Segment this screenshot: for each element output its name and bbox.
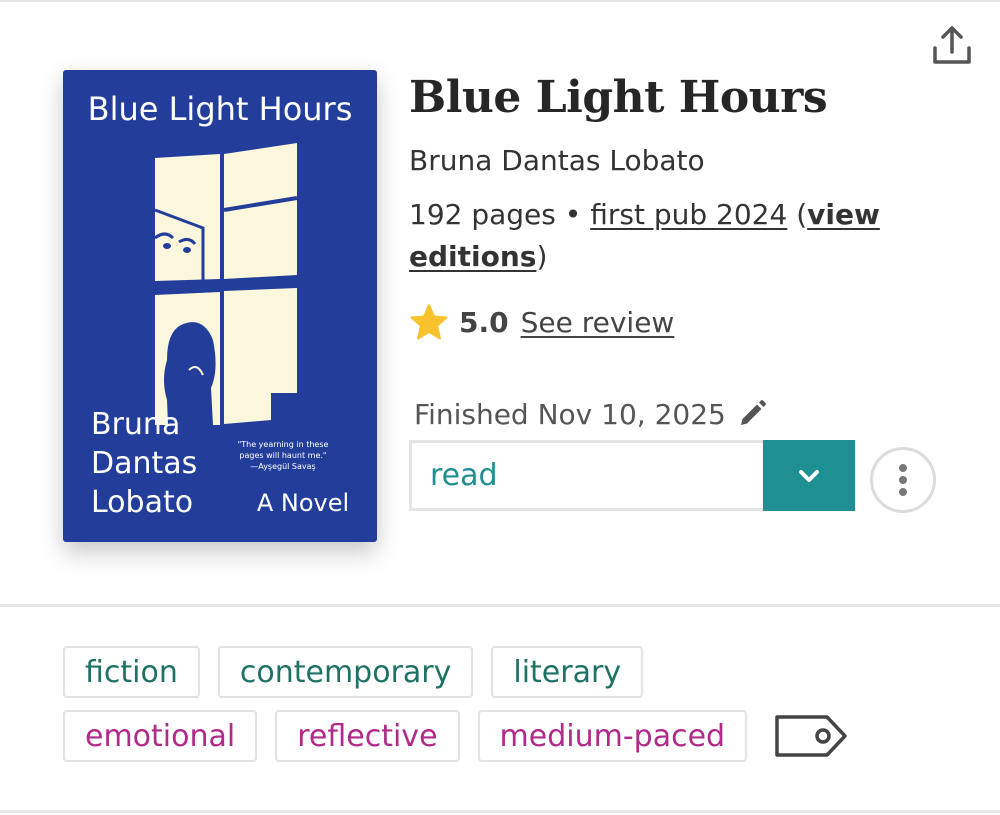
- pencil-icon[interactable]: [736, 398, 768, 430]
- cover-subtitle: A Novel: [257, 489, 349, 517]
- cover-author-line-2: Dantas: [91, 446, 197, 481]
- more-vertical-icon: [899, 464, 907, 496]
- tag-reflective[interactable]: reflective: [275, 710, 460, 762]
- rating-value: 5.0: [459, 305, 509, 339]
- book-author[interactable]: Bruna Dantas Lobato: [409, 144, 705, 177]
- cover-quote-line-2: pages will haunt me.": [239, 451, 326, 460]
- tag-fiction[interactable]: fiction: [63, 646, 200, 698]
- page-count: 192 pages: [409, 198, 556, 231]
- book-cover[interactable]: Blue Light Hours Bruna Dantas Lobato "Th…: [63, 70, 377, 542]
- close-paren: ): [536, 240, 548, 273]
- chevron-down-icon: [799, 469, 819, 482]
- status-value[interactable]: read: [409, 440, 763, 511]
- mood-tags: emotional reflective medium-paced: [63, 710, 963, 762]
- see-review-link[interactable]: See review: [521, 306, 675, 339]
- share-button[interactable]: [928, 22, 976, 70]
- cover-title: Blue Light Hours: [88, 90, 353, 128]
- star-icon: [410, 304, 448, 340]
- cover-author-line-3: Lobato: [91, 485, 193, 520]
- more-options-button[interactable]: [870, 447, 936, 513]
- tag-list: fiction contemporary literary emotional …: [63, 646, 963, 774]
- tag-literary[interactable]: literary: [491, 646, 644, 698]
- finished-text: Finished Nov 10, 2025: [414, 397, 726, 431]
- open-paren: (: [796, 198, 808, 231]
- status-dropdown-button[interactable]: [763, 440, 855, 511]
- tag-emotional[interactable]: emotional: [63, 710, 258, 762]
- section-divider: [0, 604, 1000, 607]
- reading-status-select[interactable]: read: [409, 440, 855, 511]
- tag-contemporary[interactable]: contemporary: [217, 646, 474, 698]
- book-details: 192 pages • first pub 2024 (view edition…: [409, 194, 969, 278]
- tag-medium-paced[interactable]: medium-paced: [477, 710, 748, 762]
- share-icon: [933, 26, 971, 64]
- bottom-divider: [0, 810, 1000, 813]
- tag-icon[interactable]: [773, 711, 849, 761]
- book-title: Blue Light Hours: [409, 72, 828, 123]
- top-divider: [0, 0, 1000, 2]
- genre-tags: fiction contemporary literary: [63, 646, 963, 698]
- cover-quote-line-3: —Ayşegül Savaş: [250, 462, 315, 471]
- finished-date: Finished Nov 10, 2025: [414, 392, 768, 436]
- cover-quote-line-1: "The yearning in these: [238, 440, 329, 449]
- cover-author-line-1: Bruna: [91, 407, 180, 442]
- first-pub-link[interactable]: first pub 2024: [590, 198, 787, 231]
- rating: 5.0 See review: [409, 296, 674, 348]
- dot-separator: •: [564, 198, 582, 231]
